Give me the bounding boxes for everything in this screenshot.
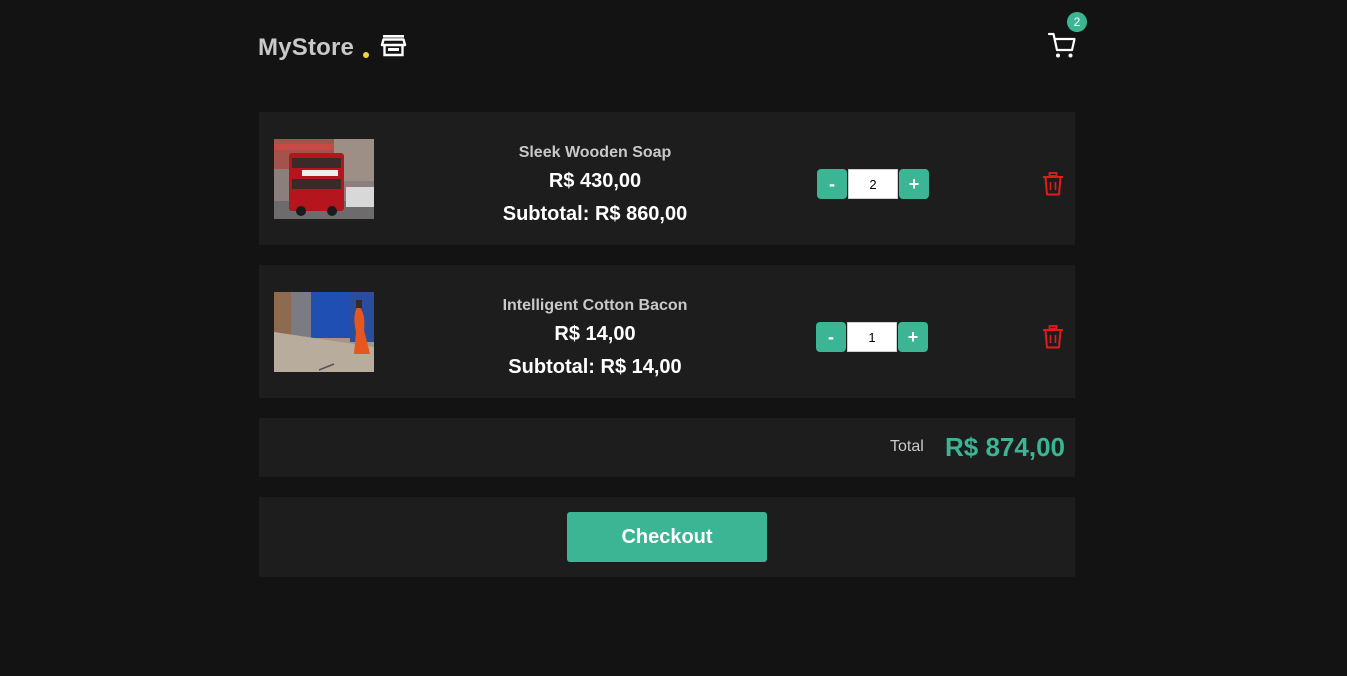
product-image xyxy=(274,292,374,372)
cart-count-badge: 2 xyxy=(1067,12,1087,32)
item-price: R$ 430,00 xyxy=(548,170,642,192)
product-image xyxy=(274,139,374,219)
increment-button[interactable]: + xyxy=(899,169,929,199)
increment-button[interactable]: + xyxy=(898,322,928,352)
page: MyStore 2 Sleek Wooden Soap R$ 430,00 Su… xyxy=(0,0,1347,676)
cart-total: Total R$ 874,00 xyxy=(259,418,1075,477)
quantity-input[interactable] xyxy=(848,169,898,199)
brand-name: MyStore xyxy=(258,34,355,61)
item-info: Sleek Wooden Soap R$ 430,00 Subtotal: R$… xyxy=(455,142,735,231)
checkout-section: Checkout xyxy=(259,497,1075,577)
cart-item: Sleek Wooden Soap R$ 430,00 Subtotal: R$… xyxy=(259,112,1075,245)
decrement-button[interactable]: - xyxy=(817,169,847,199)
checkout-button[interactable]: Checkout xyxy=(567,512,767,562)
total-value: R$ 874,00 xyxy=(945,432,1065,462)
item-name: Sleek Wooden Soap xyxy=(518,144,672,161)
item-name: Intelligent Cotton Bacon xyxy=(502,297,688,314)
brand-dot xyxy=(363,52,370,58)
cart-icon[interactable] xyxy=(1047,30,1077,60)
item-subtotal: Subtotal: R$ 14,00 xyxy=(508,356,682,378)
total-label: Total xyxy=(890,438,924,455)
quantity-stepper: - + xyxy=(817,169,929,199)
quantity-input[interactable] xyxy=(847,322,897,352)
item-info: Intelligent Cotton Bacon R$ 14,00 Subtot… xyxy=(455,295,735,384)
store-icon xyxy=(380,35,407,57)
item-subtotal: Subtotal: R$ 860,00 xyxy=(502,203,688,225)
trash-icon[interactable] xyxy=(1042,325,1064,349)
brand[interactable]: MyStore xyxy=(258,34,370,62)
cart-item: Intelligent Cotton Bacon R$ 14,00 Subtot… xyxy=(259,265,1075,398)
trash-icon[interactable] xyxy=(1042,172,1064,196)
quantity-stepper: - + xyxy=(816,322,928,352)
decrement-button[interactable]: - xyxy=(816,322,846,352)
item-price: R$ 14,00 xyxy=(554,323,636,345)
